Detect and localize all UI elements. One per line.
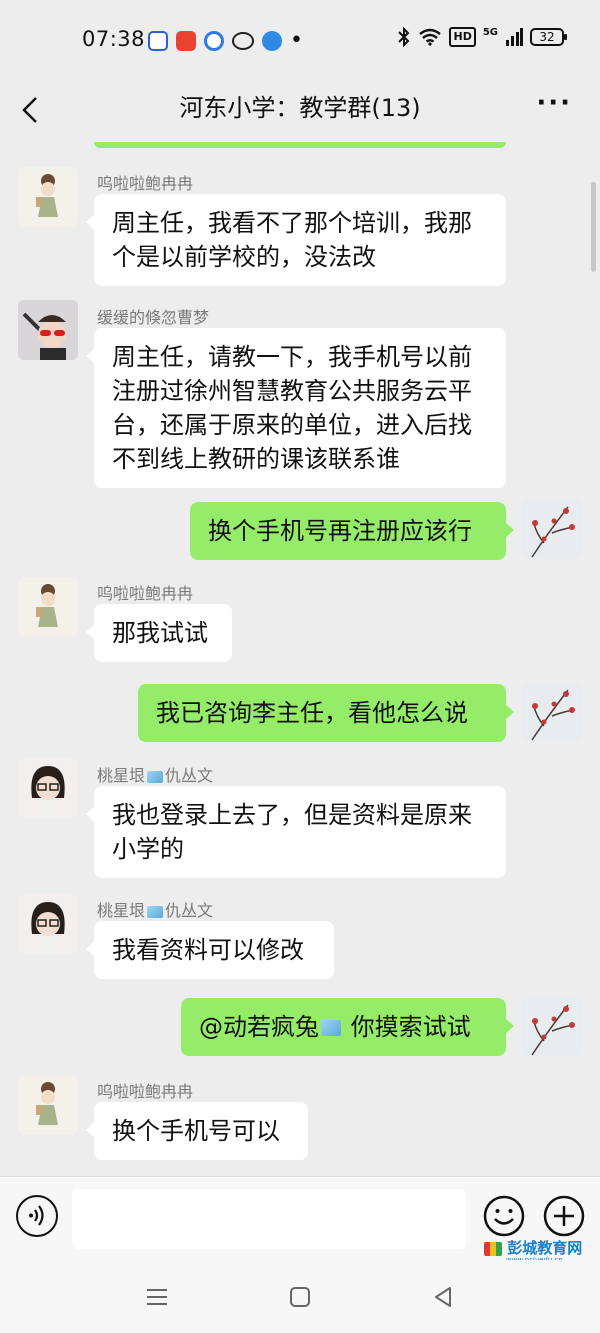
more-options-button[interactable]: ··· <box>536 88 572 118</box>
previous-outgoing-bubble <box>94 142 506 148</box>
avatar[interactable] <box>18 894 78 954</box>
avatar[interactable] <box>18 1075 78 1135</box>
home-icon[interactable] <box>285 1282 315 1312</box>
sender-name: 桃星垠 仇丛文 <box>97 766 214 785</box>
message-bubble[interactable]: 换个手机号可以 <box>86 1102 308 1160</box>
avatar[interactable] <box>18 300 78 360</box>
mention[interactable]: @动若疯兔 <box>199 1013 319 1041</box>
status-bar: 07:38 • HD 5G 32 <box>0 0 600 80</box>
message-bubble-outgoing[interactable]: 换个手机号再注册应该行 <box>190 502 514 560</box>
message-bubble[interactable]: 周主任，我看不了那个培训，我那个是以前学校的，没法改 <box>86 194 506 286</box>
avatar-self[interactable] <box>522 682 582 742</box>
chat-header: 河东小学：教学群(13) ··· <box>0 80 600 142</box>
status-app-icons: • <box>148 28 303 53</box>
qq-browser-icon <box>262 30 282 51</box>
scrollbar[interactable] <box>591 182 596 272</box>
sender-name: 缓缓的倏忽曹梦 <box>97 308 210 327</box>
message-bubble[interactable]: 那我试试 <box>86 604 232 662</box>
plus-icon[interactable] <box>543 1195 585 1237</box>
message-list[interactable]: 呜啦啦鲍冉冉 周主任，我看不了那个培训，我那个是以前学校的，没法改 缓缓的倏忽曹… <box>0 142 600 1176</box>
sender-name: 呜啦啦鲍冉冉 <box>97 174 194 193</box>
system-nav-bar <box>0 1260 600 1333</box>
chat-title: 河东小学：教学群(13) <box>179 94 421 122</box>
messaging-icon <box>232 31 254 50</box>
sender-name: 桃星垠 仇丛文 <box>97 901 214 920</box>
ice-cube-icon <box>147 905 164 918</box>
message-bubble-outgoing[interactable]: 我已咨询李主任，看他怎么说 <box>138 684 514 742</box>
message-bubble[interactable]: 我也登录上去了，但是资料是原来小学的 <box>86 786 506 878</box>
voice-icon[interactable] <box>16 1195 58 1237</box>
signal-icon <box>506 28 523 46</box>
book-icon <box>484 1241 502 1256</box>
listen-app-icon <box>176 30 196 51</box>
wifi-icon <box>419 28 442 46</box>
avatar[interactable] <box>18 577 78 637</box>
hd-badge: HD <box>449 27 476 47</box>
back-nav-icon[interactable] <box>428 1282 458 1312</box>
input-bar: 彭城教育网 www.pcjyedu.cn <box>0 1176 600 1264</box>
message-bubble[interactable]: 我看资料可以修改 <box>86 921 334 979</box>
message-input[interactable] <box>72 1189 466 1249</box>
message-bubble[interactable]: 周主任，请教一下，我手机号以前注册过徐州智慧教育公共服务云平台，还属于原来的单位… <box>86 328 506 488</box>
ice-cube-icon <box>147 770 164 783</box>
avatar-self[interactable] <box>522 499 582 559</box>
status-right: HD 5G 32 <box>397 26 567 47</box>
avatar-self[interactable] <box>522 997 582 1057</box>
menu-icon[interactable] <box>142 1282 172 1312</box>
message-bubble-outgoing[interactable]: @动若疯兔 你摸索试试 <box>181 998 514 1056</box>
status-dot: • <box>290 28 303 53</box>
network-label: 5G <box>482 26 498 38</box>
ice-cube-icon <box>321 1020 341 1036</box>
browser-icon <box>204 30 224 51</box>
emoji-icon[interactable] <box>483 1195 525 1237</box>
battery-indicator: 32 <box>530 28 567 46</box>
bluetooth-icon <box>398 27 410 47</box>
status-time: 07:38 <box>82 27 146 51</box>
sender-name: 呜啦啦鲍冉冉 <box>97 1082 194 1101</box>
avatar[interactable] <box>18 758 78 818</box>
baidu-icon <box>148 30 168 51</box>
sender-name: 呜啦啦鲍冉冉 <box>97 584 194 603</box>
avatar[interactable] <box>18 167 78 227</box>
